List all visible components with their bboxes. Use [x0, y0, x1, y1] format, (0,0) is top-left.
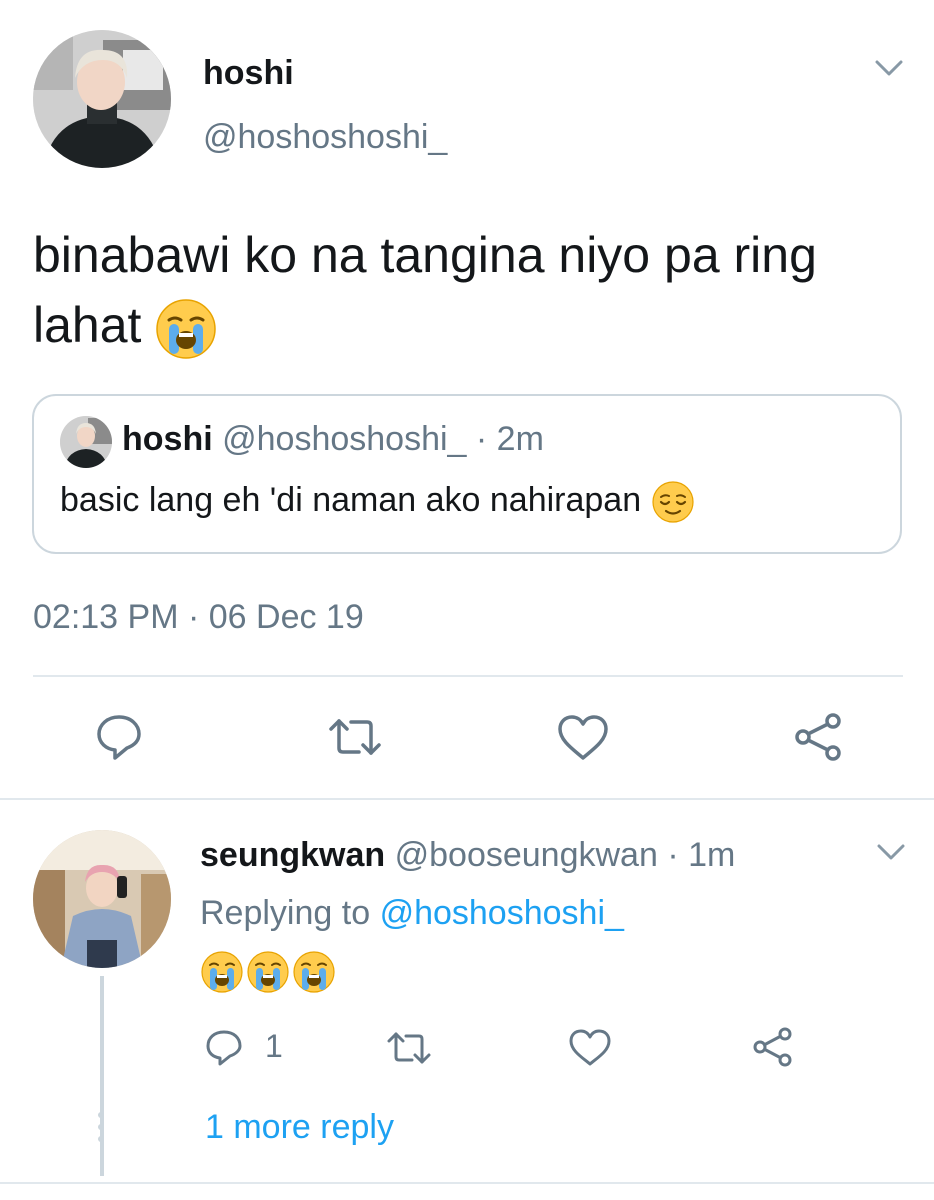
thread-dot — [98, 1112, 104, 1118]
main-tweet: hoshi @hoshoshoshi_ binabawi ko na tangi… — [0, 0, 934, 800]
reply-header: seungkwan @booseungkwan · 1m — [200, 836, 735, 875]
reply-count: 1 — [265, 1028, 283, 1064]
retweet-icon[interactable] — [386, 1028, 432, 1068]
quoted-tweet-text: basic lang eh 'di naman ako nahirapan — [60, 480, 695, 524]
avatar-photo — [33, 830, 171, 968]
reply-icon[interactable] — [204, 1028, 244, 1068]
quoted-author-name[interactable]: hoshi — [122, 420, 213, 458]
loudly-crying-face-icon — [201, 951, 335, 993]
thread-dot — [98, 1136, 104, 1142]
thread-line — [100, 976, 104, 1176]
reply-text — [200, 950, 340, 999]
like-icon[interactable] — [568, 1029, 612, 1067]
loudly-crying-face-icon — [156, 299, 217, 359]
tweet-text: binabawi ko na tangina niyo pa ring laha… — [33, 220, 893, 360]
replying-to-mention[interactable]: @hoshoshoshi_ — [380, 894, 624, 932]
divider — [0, 1182, 934, 1184]
author-handle[interactable]: @hoshoshoshi_ — [203, 118, 447, 157]
more-replies-link[interactable]: 1 more reply — [205, 1108, 394, 1147]
quoted-tweet-card[interactable]: hoshi @hoshoshoshi_ · 2m basic lang eh '… — [32, 394, 902, 554]
share-icon[interactable] — [794, 712, 844, 762]
reply-author-avatar[interactable] — [33, 830, 171, 968]
relieved-face-icon — [651, 481, 694, 523]
author-display-name[interactable]: hoshi — [203, 54, 294, 93]
thread-dot — [98, 1124, 104, 1130]
avatar-photo — [60, 416, 112, 468]
quoted-tweet-header: hoshi @hoshoshoshi_ · 2m — [122, 420, 544, 459]
reply-tweet[interactable]: seungkwan @booseungkwan · 1m Replying to… — [0, 800, 934, 1200]
like-icon[interactable] — [556, 714, 610, 762]
tweet-timestamp: 02:13 PM · 06 Dec 19 — [33, 598, 364, 636]
reply-author-meta: @booseungkwan · 1m — [394, 836, 736, 874]
replying-to-label: Replying to — [200, 894, 371, 932]
reply-icon[interactable] — [94, 712, 144, 762]
tweet-text-body: binabawi ko na tangina niyo pa ring laha… — [33, 227, 817, 353]
chevron-down-icon[interactable] — [876, 842, 906, 864]
divider — [33, 675, 903, 677]
author-avatar[interactable] — [33, 30, 171, 168]
replying-to-line: Replying to @hoshoshoshi_ — [200, 894, 624, 933]
share-icon[interactable] — [752, 1026, 794, 1068]
retweet-icon[interactable] — [327, 712, 383, 762]
avatar-photo — [33, 30, 171, 168]
quoted-author-meta: @hoshoshoshi_ · 2m — [222, 420, 544, 458]
quoted-tweet-text-body: basic lang eh 'di naman ako nahirapan — [60, 480, 642, 519]
reply-author-name[interactable]: seungkwan — [200, 836, 385, 874]
chevron-down-icon[interactable] — [874, 58, 904, 80]
quoted-author-avatar[interactable] — [60, 416, 112, 468]
